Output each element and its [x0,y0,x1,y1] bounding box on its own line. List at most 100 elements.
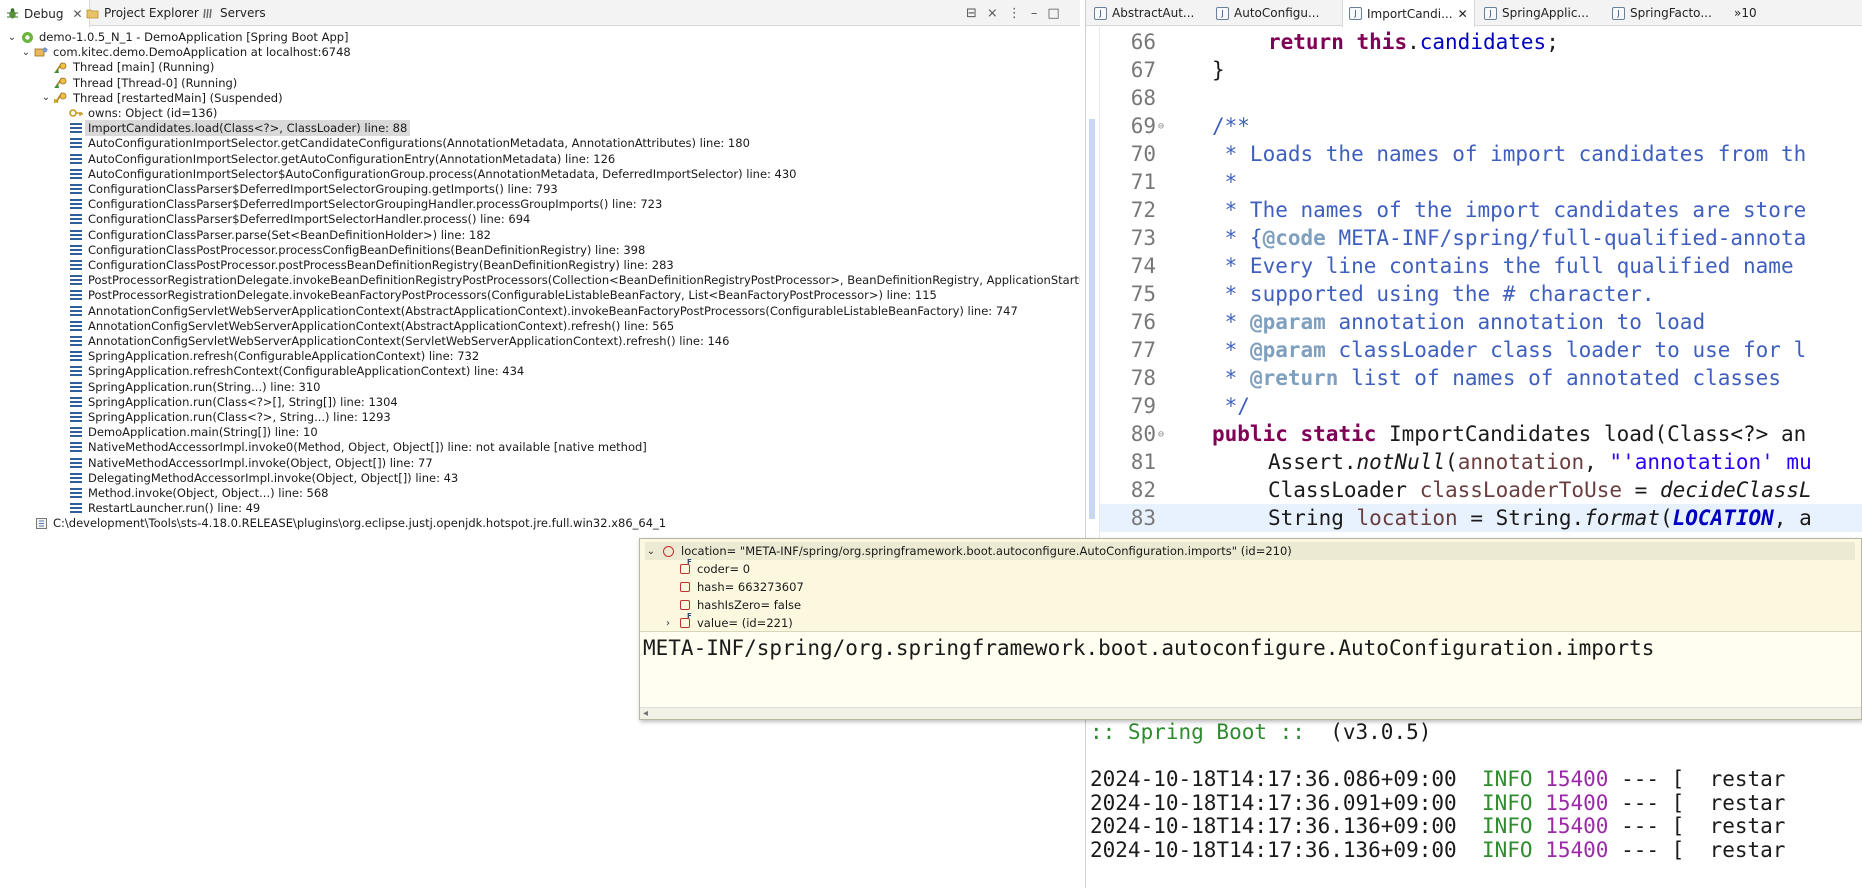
inspect-field-row[interactable]: › value= (id=221) [662,612,793,632]
inspect-detail-pane[interactable]: META-INF/spring/org.springframework.boot… [640,631,1861,707]
debug-tree-label: ConfigurationClassPostProcessor.processC… [88,242,646,257]
tab-servers[interactable]: Servers [196,0,272,26]
debug-tree-label: owns: Object (id=136) [88,106,218,120]
stack-frame-icon [69,136,83,150]
inspect-field-label: hashIsZero= false [697,598,802,612]
log-timestamp: 2024-10-18T14:17:36.136+09:00 [1090,838,1457,863]
close-icon[interactable]: ✕ [1458,7,1468,21]
variable-inspect-popup[interactable]: ⌄ location= "META-INF/spring/org.springf… [639,538,1862,720]
more-tabs-button[interactable]: »10 [1728,0,1763,26]
editor-tab-autoconfigimport[interactable]: J AutoConfigu... [1210,0,1325,26]
code-line-66: 66 return this.candidates; [1100,28,1862,56]
code-line-76: 76 * @param annotation annotation to loa… [1100,308,1862,336]
log-level: INFO [1481,814,1533,839]
debug-tree-label: ConfigurationClassParser$DeferredImportS… [88,197,663,212]
stack-frame-icon [69,349,83,363]
line-number: 71 [1130,170,1156,194]
log-level: INFO [1481,767,1533,791]
debug-tree-label: SpringApplication.run(Class<?>, String..… [88,410,391,424]
debug-tree-label: AnnotationConfigServletWebServerApplicat… [88,303,1018,318]
stack-frame-icon [69,380,83,394]
horizontal-scrollbar[interactable]: ◂ [640,707,1861,719]
range-indicator [1089,119,1095,519]
stack-frame-icon [69,425,83,439]
console-view[interactable]: :: Spring Boot :: (v3.0.5) 2024-10-18T14… [1086,718,1862,888]
stack-frame-icon [69,486,83,500]
final-field-icon [680,558,692,574]
debug-tree: ⌄ demo-1.0.5_N_1 - DemoApplication [Sprin… [0,27,1080,887]
editor-tab-label: AutoConfigu... [1234,6,1320,20]
stack-frame-icon [69,319,83,333]
debug-tree-node[interactable]: C:\development\Tools\sts-4.18.0.RELEASE\… [20,514,666,532]
chevron-down-icon[interactable]: ⌄ [20,47,32,58]
editor-tab-springfactories[interactable]: J SpringFacto... [1606,0,1718,26]
line-number: 69 [1130,114,1156,138]
stack-frame-icon [69,410,83,424]
minimize-icon[interactable]: – [1031,6,1038,21]
log-thread: [ restar [1671,838,1786,863]
code-editor[interactable]: 66 return this.candidates; 67 } 68 69 ⊖ /… [1086,27,1862,539]
code-line-81: 81 Assert.notNull(annotation, "'annotati… [1100,448,1862,476]
code-line-72: 72 * The names of the import candidates … [1100,196,1862,224]
debug-tree-label: SpringApplication.run(String...) line: 3… [88,379,321,394]
debug-tree-label: DemoApplication.main(String[]) line: 10 [88,425,318,440]
debug-tree-label: SpringApplication.refreshContext(Configu… [88,364,525,379]
chevron-right-icon[interactable]: › [662,618,674,629]
tab-debug[interactable]: Debug ✕ [0,0,90,27]
view-menu-icon[interactable]: ⋮ [1008,6,1021,21]
log-separator: --- [1621,767,1659,791]
log-pid: 15400 [1545,814,1609,839]
chevron-down-icon[interactable]: ⌄ [645,546,657,557]
final-field-icon [680,612,692,628]
editor-tab-abstractautoconfig[interactable]: J AbstractAut... [1088,0,1200,26]
code-line-77: 77 * @param classLoader class loader to … [1100,336,1862,364]
inspect-root-label: location= "META-INF/spring/org.springfra… [681,544,1292,558]
fold-toggle-icon[interactable]: ⊖ [1158,121,1168,132]
line-number: 70 [1130,142,1156,166]
editor-tab-springapplication[interactable]: J SpringApplic... [1478,0,1595,26]
editor-ruler [1086,27,1100,539]
code-line-68: 68 [1100,84,1862,112]
line-number: 80 [1130,422,1156,446]
inspect-root-row[interactable]: ⌄ location= "META-INF/spring/org.springf… [645,542,1855,560]
collapse-all-icon[interactable]: ⊟ [966,6,977,21]
debug-tree-label: NativeMethodAccessorImpl.invoke0(Method,… [88,440,647,455]
stack-frame-icon [69,395,83,409]
inspect-field-label: value= (id=221) [697,616,793,630]
stack-frame-icon [69,167,83,181]
inspect-field-row[interactable]: hash= 663273607 [680,578,804,596]
log-timestamp: 2024-10-18T14:17:36.091+09:00 [1090,790,1457,815]
folder-icon [86,7,99,20]
chevron-down-icon[interactable]: ⌄ [6,32,18,43]
inspect-field-row[interactable]: coder= 0 [680,558,750,578]
code-line-75: 75 * supported using the # character. [1100,280,1862,308]
chevron-down-icon[interactable]: ⌄ [40,92,52,103]
log-pid: 15400 [1545,790,1609,815]
debug-tree-label: AnnotationConfigServletWebServerApplicat… [88,318,675,333]
remove-terminated-icon[interactable]: ⨯ [987,6,998,21]
editor-tab-importcandidates[interactable]: J ImportCandi... ✕ [1342,0,1475,27]
stack-frame-icon [69,197,83,211]
code-line-70: 70 * Loads the names of import candidate… [1100,140,1862,168]
line-number: 68 [1130,86,1156,110]
code-line-79: 79 */ [1100,392,1862,420]
code-line-74: 74 * Every line contains the full qualif… [1100,252,1862,280]
code-line-83: 83 String location = String.format(LOCAT… [1100,504,1862,532]
editor-tab-label: AbstractAut... [1112,6,1195,20]
maximize-icon[interactable]: □ [1047,6,1059,21]
debug-view-tabbar: Debug ✕ Project Explorer Servers ⊟ ⨯ ⋮ –… [0,0,1080,27]
debug-tree-label: Thread [restartedMain] (Suspended) [73,90,283,105]
inspect-field-row[interactable]: hashIsZero= false [680,596,801,614]
scroll-left-icon[interactable]: ◂ [643,708,648,719]
stack-frame-icon [69,273,83,287]
stack-frame-icon [69,501,83,515]
debug-tree-label: PostProcessorRegistrationDelegate.invoke… [88,288,937,303]
tab-project-explorer[interactable]: Project Explorer [80,0,205,26]
log-timestamp: 2024-10-18T14:17:36.086+09:00 [1090,767,1457,791]
lock-icon [69,106,83,120]
inspect-field-label: hash= 663273607 [697,580,804,594]
fold-toggle-icon[interactable]: ⊖ [1158,429,1168,440]
line-number: 73 [1130,226,1156,250]
thread-running-icon [54,76,68,90]
line-number: 67 [1130,58,1156,82]
